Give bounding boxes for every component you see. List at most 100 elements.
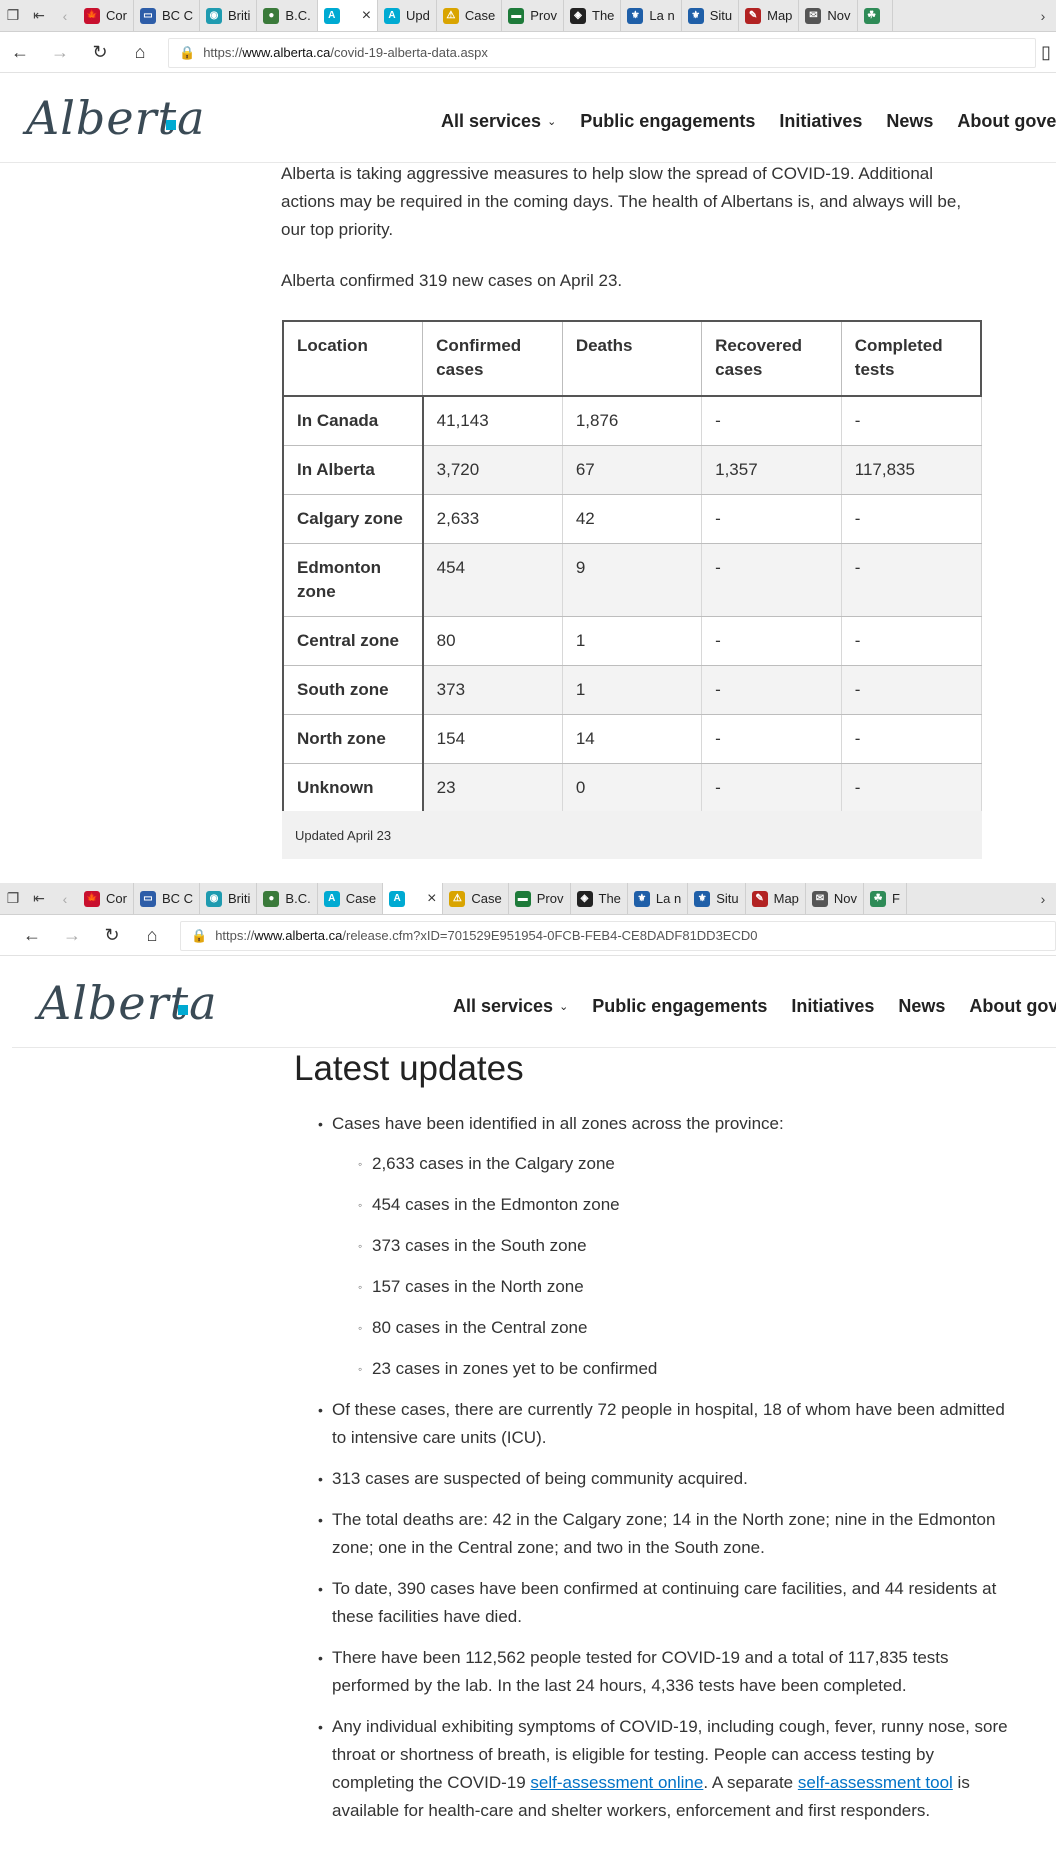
browser-tab[interactable]: ▭ BC C bbox=[134, 0, 201, 31]
back-icon[interactable]: ← bbox=[0, 33, 40, 73]
scroll-tabs-right-icon[interactable]: › bbox=[1030, 0, 1056, 31]
browser-tab[interactable]: ✉ Nov bbox=[806, 883, 865, 914]
table-cell: 2,633 bbox=[422, 494, 563, 544]
browser-tab[interactable]: ☘ F bbox=[864, 883, 907, 914]
browser-tab[interactable]: ▬ Prov bbox=[509, 883, 571, 914]
table-body: In Canada 41,143 1,876- - In Alberta 3,720 67 1… bbox=[282, 395, 982, 814]
tab-favicon-icon: ⚜ bbox=[627, 7, 644, 24]
col-header-confirmed: Confirmed cases bbox=[422, 320, 563, 397]
browser-tab[interactable]: ✎ Map bbox=[739, 0, 800, 31]
covid-data-table: Location Confirmed cases Deaths Recovere… bbox=[282, 320, 982, 814]
alberta-logo[interactable]: Alberta bbox=[26, 91, 206, 145]
browser-tab[interactable]: ◉ Briti bbox=[200, 883, 258, 914]
self-assessment-online-link[interactable]: self-assessment online bbox=[530, 1773, 703, 1792]
tab-label: Map bbox=[773, 891, 799, 906]
browser-tab[interactable]: A Upd bbox=[378, 0, 437, 31]
browser-tab[interactable]: ✎ Map bbox=[746, 883, 806, 914]
browser-tab[interactable]: ◉ Briti bbox=[200, 0, 258, 31]
browser-tab[interactable]: ⚜ Situ bbox=[688, 883, 746, 914]
refresh-icon[interactable]: ↻ bbox=[92, 916, 132, 956]
nav-news[interactable]: News bbox=[898, 996, 945, 1017]
browser-tab[interactable]: ⚜ Situ bbox=[682, 0, 740, 31]
url-path: /release.cfm?xID=701529E951954-0FCB-FEB4… bbox=[342, 928, 758, 943]
url-field[interactable]: 🔒 https://www.alberta.ca/covid-19-albert… bbox=[168, 37, 1036, 68]
scroll-tabs-left-icon[interactable]: ‹ bbox=[52, 883, 78, 914]
browser-tab[interactable]: A × bbox=[317, 0, 379, 31]
browser-tab[interactable]: ⚠ Case bbox=[437, 0, 503, 31]
reading-view-icon[interactable]: ▯ bbox=[1036, 33, 1056, 73]
nav-all-services[interactable]: All services ⌄ bbox=[453, 996, 568, 1017]
logo-square bbox=[166, 120, 176, 130]
browser-tab[interactable]: 🍁 Cor bbox=[78, 0, 134, 31]
zone-item: 373 cases in the South zone bbox=[358, 1232, 1008, 1260]
url-field[interactable]: 🔒 https://www.alberta.ca/release.cfm?xID… bbox=[180, 920, 1056, 951]
browser-tab[interactable]: ⚜ La n bbox=[621, 0, 682, 31]
nav-all-services[interactable]: All services ⌄ bbox=[441, 111, 556, 132]
set-aside-tabs-icon[interactable]: ⇤ bbox=[26, 0, 52, 31]
col-header-deaths: Deaths bbox=[561, 320, 703, 397]
browser-tab[interactable]: ◈ The bbox=[571, 883, 628, 914]
url-prefix: https:// bbox=[215, 928, 255, 943]
table-cell: - bbox=[841, 395, 982, 446]
tab-favicon-icon: ⚜ bbox=[633, 890, 650, 907]
table-cell: - bbox=[841, 763, 982, 814]
tab-actions-icon[interactable]: ❐ bbox=[0, 0, 26, 31]
nav-initiatives[interactable]: Initiatives bbox=[791, 996, 874, 1017]
browser-tab[interactable]: ⚠ Case bbox=[443, 883, 509, 914]
tab-list: 🍁 Cor ▭ BC C ◉ Briti ● B.C. A Case A × ⚠ Case ▬ Prov ◈ Th… bbox=[78, 883, 907, 914]
tab-favicon-icon: A bbox=[323, 890, 340, 907]
refresh-icon[interactable]: ↻ bbox=[80, 33, 120, 73]
address-bar-row-2: ← → ↻ ⌂ 🔒 https://www.alberta.ca/release… bbox=[0, 916, 1056, 956]
home-icon[interactable]: ⌂ bbox=[132, 916, 172, 956]
set-aside-tabs-icon[interactable]: ⇤ bbox=[26, 883, 52, 914]
tab-favicon-icon: ◈ bbox=[576, 890, 593, 907]
list-item: Of these cases, there are currently 72 p… bbox=[318, 1396, 1008, 1452]
tab-label: Upd bbox=[406, 8, 430, 23]
self-assessment-tool-link[interactable]: self-assessment tool bbox=[798, 1773, 953, 1792]
nav-news[interactable]: News bbox=[886, 111, 933, 132]
tab-label: Briti bbox=[228, 891, 251, 906]
browser-tab[interactable]: ☘ bbox=[858, 0, 893, 31]
back-icon[interactable]: ← bbox=[12, 916, 52, 956]
tab-favicon-icon: ⚠ bbox=[442, 7, 459, 24]
forward-icon[interactable]: → bbox=[40, 33, 80, 73]
logo-square bbox=[178, 1005, 188, 1015]
browser-tab[interactable]: ◈ The bbox=[564, 0, 622, 31]
tab-favicon-icon: ☘ bbox=[863, 7, 880, 24]
nav-about-government[interactable]: About governm bbox=[957, 111, 1056, 132]
browser-tab[interactable]: A Case bbox=[318, 883, 384, 914]
nav-initiatives[interactable]: Initiatives bbox=[779, 111, 862, 132]
browser-tab[interactable]: ● B.C. bbox=[257, 883, 318, 914]
tab-label: Cor bbox=[106, 891, 127, 906]
list-item-zones: Cases have been identified in all zones … bbox=[318, 1110, 1008, 1383]
home-icon[interactable]: ⌂ bbox=[120, 33, 160, 73]
close-tab-icon[interactable]: × bbox=[427, 890, 436, 908]
browser-tab[interactable]: ⚜ La n bbox=[628, 883, 689, 914]
nav-about-government[interactable]: About governm bbox=[969, 996, 1056, 1017]
scroll-tabs-right-icon[interactable]: › bbox=[1030, 883, 1056, 914]
nav-public-engagements[interactable]: Public engagements bbox=[580, 111, 755, 132]
close-tab-icon[interactable]: × bbox=[362, 7, 371, 25]
tab-favicon-icon: A bbox=[323, 7, 340, 24]
browser-tab[interactable]: ▭ BC C bbox=[134, 883, 201, 914]
tab-label: F bbox=[892, 891, 900, 906]
table-cell: - bbox=[701, 494, 842, 544]
tab-favicon-icon: ☘ bbox=[870, 890, 887, 907]
browser-tab[interactable]: 🍁 Cor bbox=[78, 883, 134, 914]
row-header-location: South zone bbox=[282, 665, 424, 715]
browser-tab[interactable]: ● B.C. bbox=[257, 0, 318, 31]
table-cell: 80 bbox=[422, 616, 563, 666]
browser-tab[interactable]: ✉ Nov bbox=[799, 0, 858, 31]
tab-actions-icon[interactable]: ❐ bbox=[0, 883, 26, 914]
list-item-testing: Any individual exhibiting symptoms of CO… bbox=[318, 1713, 1008, 1825]
table-cell: - bbox=[701, 395, 842, 446]
table-cell: 42 bbox=[562, 494, 703, 544]
alberta-logo[interactable]: Alberta bbox=[38, 976, 218, 1030]
browser-tab[interactable]: ▬ Prov bbox=[502, 0, 564, 31]
browser-tab[interactable]: A × bbox=[383, 883, 444, 914]
tab-label: Briti bbox=[228, 8, 251, 23]
row-header-location: In Alberta bbox=[282, 445, 424, 495]
forward-icon[interactable]: → bbox=[52, 916, 92, 956]
scroll-tabs-left-icon[interactable]: ‹ bbox=[52, 0, 78, 31]
nav-public-engagements[interactable]: Public engagements bbox=[592, 996, 767, 1017]
